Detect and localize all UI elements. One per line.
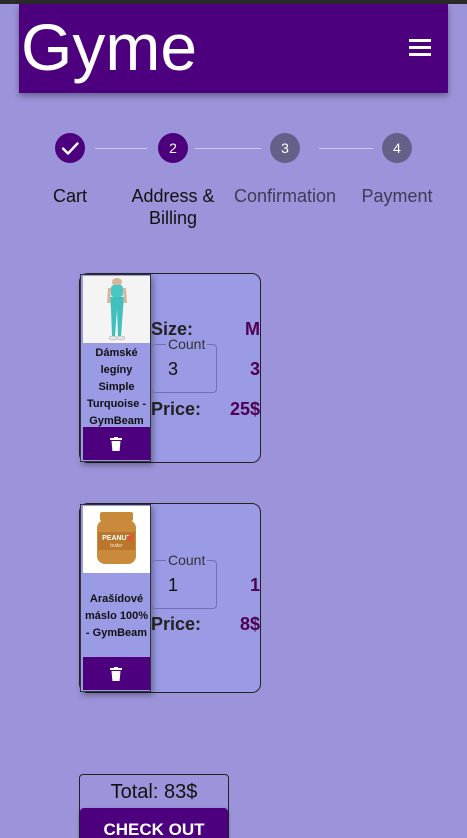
brand-logo[interactable]: Gyme — [21, 7, 197, 87]
order-total: Total: 83$ — [110, 781, 198, 803]
price-value: 25$ — [229, 399, 260, 419]
price-value: 8$ — [239, 614, 260, 634]
cart-item-card: Dámské legíny Simple Turquoise - GymBeam… — [79, 273, 261, 463]
cart-item-card: PEANUT butter Arašídové máslo 100% - Gym… — [79, 503, 261, 693]
step-label-cart: Cart — [52, 186, 87, 206]
count-field-label: Count — [166, 552, 208, 568]
step-2-number[interactable]: 2 — [158, 133, 188, 163]
product-image-leggings[interactable] — [83, 276, 150, 343]
check-icon — [61, 142, 79, 155]
trash-icon — [110, 437, 122, 451]
svg-text:butter: butter — [110, 543, 123, 549]
delete-item-button[interactable] — [83, 427, 150, 460]
trash-icon — [110, 667, 122, 681]
step-4-number[interactable]: 4 — [382, 133, 412, 163]
product-name[interactable]: Arašídové máslo 100% - GymBeam — [83, 591, 150, 642]
price-label: Price: — [151, 614, 202, 634]
step-1-check-icon[interactable] — [55, 133, 85, 163]
delete-item-button[interactable] — [83, 657, 150, 690]
checkout-button[interactable]: CHECK OUT — [80, 808, 228, 838]
count-display: 3 — [249, 359, 260, 379]
step-label-confirmation: Confirmation — [233, 186, 337, 206]
count-display: 1 — [249, 575, 260, 595]
hamburger-menu-icon[interactable] — [407, 37, 435, 59]
step-connector — [95, 148, 147, 149]
count-field-value[interactable]: 3 — [168, 359, 178, 380]
count-field-value[interactable]: 1 — [168, 575, 178, 596]
size-value: M — [245, 319, 260, 339]
product-name[interactable]: Dámské legíny Simple Turquoise - GymBeam — [83, 345, 150, 430]
product-thumbnail-column: Dámské legíny Simple Turquoise - GymBeam — [80, 274, 151, 462]
count-input[interactable]: Count 3 — [151, 336, 217, 393]
order-summary: Total: 83$ CHECK OUT — [79, 774, 229, 838]
step-label-payment: Payment — [361, 186, 433, 206]
product-image-peanut-butter[interactable]: PEANUT butter — [83, 506, 150, 573]
price-label: Price: — [151, 399, 202, 419]
count-input[interactable]: Count 1 — [151, 552, 217, 609]
step-3-number[interactable]: 3 — [270, 133, 300, 163]
product-thumbnail-column: PEANUT butter Arašídové máslo 100% - Gym… — [80, 504, 151, 692]
step-connector — [319, 148, 373, 149]
count-field-label: Count — [166, 336, 208, 352]
step-connector — [195, 148, 261, 149]
step-label-address-billing: Address & Billing — [131, 186, 215, 228]
app-bar: Gyme — [19, 4, 448, 93]
